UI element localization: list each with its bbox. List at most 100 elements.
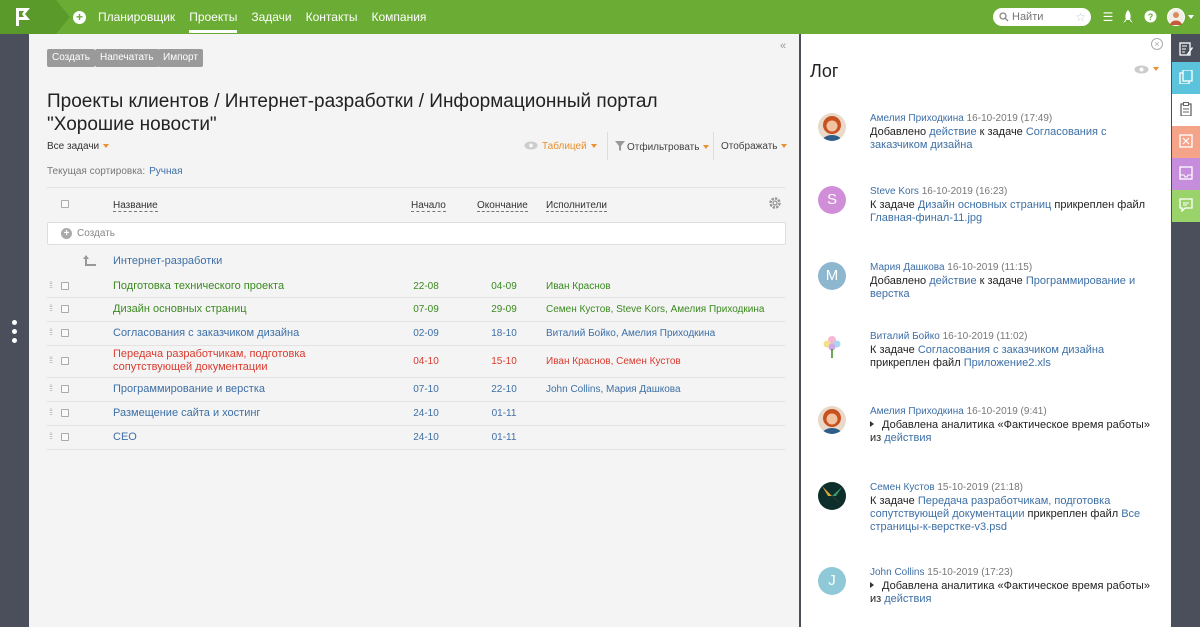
nav-planner[interactable]: Планировщик: [98, 0, 175, 34]
avatar[interactable]: [818, 482, 846, 510]
avatar[interactable]: J: [818, 567, 846, 595]
contacts-tab[interactable]: [1172, 126, 1200, 158]
row-checkbox[interactable]: [61, 409, 69, 417]
avatar[interactable]: [818, 406, 846, 434]
help-icon[interactable]: ?: [1143, 10, 1157, 24]
documents-tab[interactable]: [1172, 62, 1200, 94]
create-button[interactable]: Создать: [47, 49, 96, 67]
sort-mode-link[interactable]: Ручная: [149, 166, 182, 177]
nav-company[interactable]: Компания: [371, 0, 426, 34]
task-name[interactable]: Подготовка технического проекта: [113, 280, 343, 293]
row-checkbox[interactable]: [61, 305, 69, 313]
nav-projects[interactable]: Проекты: [189, 0, 238, 34]
level-up-icon[interactable]: [83, 254, 97, 268]
log-entry: Амелия Приходкина 16-10-2019 (9:41) Добав…: [818, 406, 1158, 466]
display-dropdown[interactable]: Отображать: [721, 141, 788, 152]
row-checkbox[interactable]: [61, 329, 69, 337]
log-author[interactable]: Мария Дашкова: [870, 262, 945, 273]
expand-icon[interactable]: [870, 421, 874, 427]
drag-handle-icon[interactable]: ⁞⁞: [49, 432, 53, 441]
table-row[interactable]: ⁞⁞ Согласования с заказчиком дизайна 02-09…: [47, 322, 785, 346]
create-task-row[interactable]: + Создать: [47, 222, 786, 245]
drag-handle-icon[interactable]: ⁞⁞: [49, 384, 53, 393]
close-icon[interactable]: ×: [1151, 38, 1163, 50]
column-assignees[interactable]: Исполнители: [546, 200, 608, 212]
nav-contacts[interactable]: Контакты: [306, 0, 358, 34]
expand-icon[interactable]: [870, 582, 874, 588]
table-row[interactable]: ⁞⁞ CEO 24-10 01-11: [47, 426, 785, 450]
search-icon: [999, 12, 1009, 22]
task-name[interactable]: Дизайн основных страниц: [113, 303, 343, 316]
task-start: 24-10: [413, 432, 439, 443]
group-link[interactable]: Интернет-разработки: [113, 255, 222, 267]
gear-icon[interactable]: [768, 196, 782, 210]
log-link[interactable]: Согласования с заказчиком дизайна: [918, 344, 1104, 356]
edit-note-icon: [1179, 42, 1193, 56]
drag-handle-icon[interactable]: ⁞⁞: [49, 304, 53, 313]
log-link[interactable]: действие: [929, 275, 976, 287]
log-link[interactable]: действия: [884, 432, 931, 444]
log-file-link[interactable]: Приложение2.xls: [964, 357, 1051, 369]
avatar[interactable]: [818, 331, 846, 359]
task-name[interactable]: Программирование и верстка: [113, 383, 343, 396]
log-author[interactable]: Амелия Приходкина: [870, 113, 964, 124]
drag-handle-icon[interactable]: ⁞⁞: [49, 356, 53, 365]
user-avatar[interactable]: [1167, 8, 1185, 26]
log-author[interactable]: John Collins: [870, 567, 924, 578]
column-end[interactable]: Окончание: [477, 200, 528, 212]
column-start[interactable]: Начало: [411, 200, 446, 212]
log-author[interactable]: Виталий Бойко: [870, 331, 940, 342]
task-name[interactable]: Передача разработчикам, подготовка сопут…: [113, 348, 343, 374]
table-row[interactable]: ⁞⁞ Программирование и верстка 07-10 22-10 Jo…: [47, 378, 785, 402]
drag-handle-icon[interactable]: ⁞⁞: [49, 281, 53, 290]
column-name[interactable]: Название: [113, 200, 158, 212]
task-name[interactable]: Размещение сайта и хостинг: [113, 407, 343, 420]
log-link[interactable]: Дизайн основных страниц: [918, 199, 1052, 211]
drag-handle-icon[interactable]: ⁞⁞: [49, 408, 53, 417]
clipboard-icon: [1180, 102, 1192, 116]
clipboard-tab[interactable]: [1172, 94, 1200, 126]
table-row[interactable]: ⁞⁞ Подготовка технического проекта 22-08 04…: [47, 275, 785, 298]
drag-handle-icon[interactable]: ⁞⁞: [49, 328, 53, 337]
log-link[interactable]: действия: [884, 593, 931, 605]
eye-icon[interactable]: [1134, 65, 1149, 74]
print-button[interactable]: Напечатать: [95, 49, 159, 67]
row-checkbox[interactable]: [61, 433, 69, 441]
side-menu-dots-icon[interactable]: [12, 320, 17, 347]
chevron-down-icon[interactable]: [1153, 67, 1159, 71]
avatar[interactable]: M: [818, 262, 846, 290]
chat-tab[interactable]: [1172, 190, 1200, 222]
menu-icon[interactable]: ☰: [1101, 10, 1115, 24]
view-mode-dropdown[interactable]: Таблицей: [524, 141, 597, 152]
inbox-tab[interactable]: [1172, 158, 1200, 190]
log-author[interactable]: Семен Кустов: [870, 482, 935, 493]
table-row[interactable]: ⁞⁞ Дизайн основных страниц 07-09 29-09 Семен…: [47, 298, 785, 322]
row-checkbox[interactable]: [61, 282, 69, 290]
row-checkbox[interactable]: [61, 357, 69, 365]
task-name[interactable]: Согласования с заказчиком дизайна: [113, 327, 343, 340]
row-checkbox[interactable]: [61, 385, 69, 393]
all-tasks-dropdown[interactable]: Все задачи: [47, 141, 110, 152]
filter-dropdown[interactable]: Отфильтровать: [615, 141, 710, 153]
log-file-link[interactable]: Главная-финал-11.jpg: [870, 212, 982, 224]
table-row[interactable]: ⁞⁞ Размещение сайта и хостинг 24-10 01-11: [47, 402, 785, 426]
add-icon[interactable]: +: [73, 11, 86, 24]
avatar[interactable]: S: [818, 186, 846, 214]
log-author[interactable]: Steve Kors: [870, 186, 919, 197]
select-all-checkbox[interactable]: [61, 200, 69, 208]
task-assignees: Виталий Бойко, Амелия Приходкина: [546, 328, 716, 339]
log-link[interactable]: действие: [929, 126, 976, 138]
avatar-dropdown-icon[interactable]: [1188, 15, 1194, 19]
star-icon[interactable]: ☆: [1075, 10, 1086, 24]
logo[interactable]: [0, 0, 70, 34]
rocket-icon[interactable]: [1121, 10, 1135, 24]
log-author[interactable]: Амелия Приходкина: [870, 406, 964, 417]
collapse-icon[interactable]: «: [780, 40, 786, 52]
table-row[interactable]: ⁞⁞ Передача разработчикам, подготовка соп…: [47, 346, 785, 378]
nav-tasks[interactable]: Задачи: [251, 0, 291, 34]
search-input[interactable]: [1012, 10, 1070, 24]
import-button[interactable]: Импорт: [158, 49, 203, 67]
task-name[interactable]: CEO: [113, 431, 343, 444]
avatar[interactable]: [818, 113, 846, 141]
svg-text:?: ?: [1147, 12, 1153, 22]
